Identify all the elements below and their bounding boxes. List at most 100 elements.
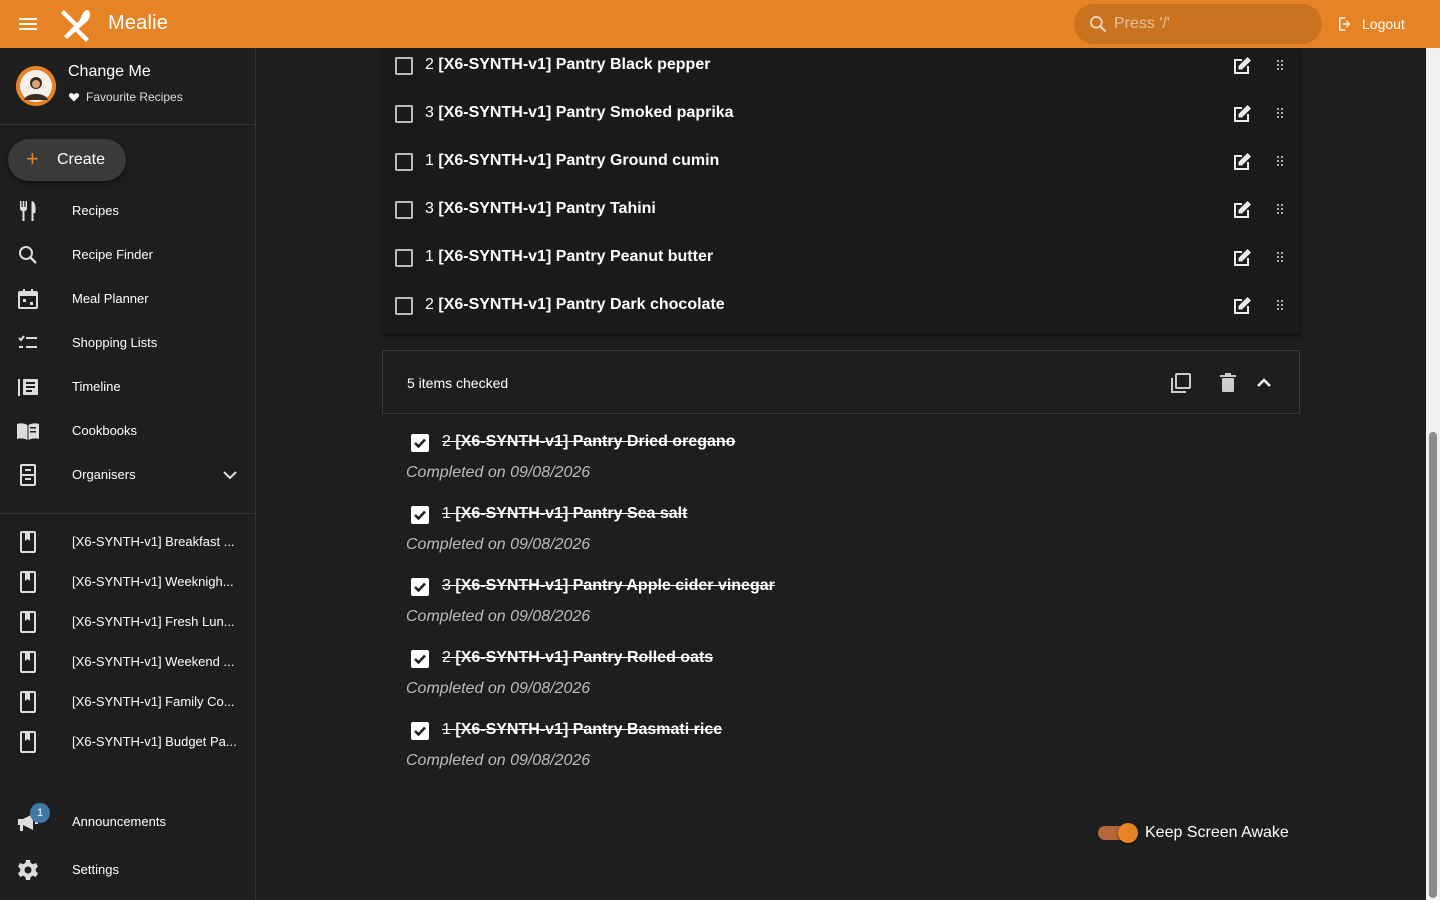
item-text: 2 [X6-SYNTH-v1] Pantry Black pepper: [425, 56, 711, 73]
item-checkbox[interactable]: [395, 57, 413, 75]
nav-settings[interactable]: Settings: [0, 848, 255, 892]
cookbook-link-label: [X6-SYNTH-v1] Fresh Lun...: [72, 614, 235, 629]
cookbook-link[interactable]: [X6-SYNTH-v1] Breakfast ...: [0, 520, 255, 564]
edit-icon[interactable]: [1230, 294, 1254, 318]
app-bar: Mealie Logout: [0, 0, 1440, 48]
edit-icon[interactable]: [1230, 198, 1254, 222]
nav-recipes[interactable]: Recipes: [0, 189, 255, 233]
edit-icon[interactable]: [1230, 54, 1254, 78]
item-text: 3 [X6-SYNTH-v1] Pantry Smoked paprika: [425, 104, 734, 121]
drag-handle-icon[interactable]: [1270, 246, 1290, 270]
nav-organisers[interactable]: Organisers: [0, 453, 255, 497]
create-label: Create: [57, 151, 106, 168]
drag-handle-icon[interactable]: [1270, 54, 1290, 78]
nav-cookbooks-label: Cookbooks: [72, 423, 138, 438]
logout-icon: [1339, 17, 1351, 31]
cookbook-link-label: [X6-SYNTH-v1] Weekend ...: [72, 654, 235, 669]
completed-date: Completed on 09/08/2026: [406, 608, 591, 625]
cookbook-link-label: [X6-SYNTH-v1] Budget Pa...: [72, 734, 237, 749]
drag-handle-icon[interactable]: [1270, 198, 1290, 222]
cookbook-link[interactable]: [X6-SYNTH-v1] Family Co...: [0, 680, 255, 724]
nav-meal-planner[interactable]: Meal Planner: [0, 277, 255, 321]
nav-recipes-label: Recipes: [72, 203, 119, 218]
cookbook-link-label: [X6-SYNTH-v1] Family Co...: [72, 694, 235, 709]
book-icon: [20, 691, 36, 713]
item-text: 1 [X6-SYNTH-v1] Pantry Ground cumin: [425, 152, 720, 169]
checked-list-item: 2 [X6-SYNTH-v1] Pantry Rolled oats Compl…: [406, 644, 1206, 714]
drag-handle-icon[interactable]: [1270, 102, 1290, 126]
app-title[interactable]: Mealie: [108, 12, 168, 35]
item-checkbox[interactable]: [395, 153, 413, 171]
scrollbar-thumb[interactable]: [1429, 432, 1437, 898]
mealie-logo-icon: [61, 10, 91, 42]
user-panel: Change Me Favourite Recipes: [0, 48, 255, 125]
list-item: 3 [X6-SYNTH-v1] Pantry Smoked paprika: [382, 96, 1300, 144]
edit-icon[interactable]: [1230, 102, 1254, 126]
checked-item-text: 2 [X6-SYNTH-v1] Pantry Rolled oats: [442, 649, 714, 666]
checked-checkbox-icon[interactable]: [411, 506, 429, 524]
cookbook-link[interactable]: [X6-SYNTH-v1] Weekend ...: [0, 640, 255, 684]
item-text: 2 [X6-SYNTH-v1] Pantry Dark chocolate: [425, 296, 725, 313]
nav-timeline-label: Timeline: [72, 379, 121, 394]
item-checkbox[interactable]: [395, 105, 413, 123]
cookbook-link[interactable]: [X6-SYNTH-v1] Weeknigh...: [0, 560, 255, 604]
user-name[interactable]: Change Me: [68, 63, 151, 81]
book-open-icon: [17, 423, 39, 440]
drag-handle-icon[interactable]: [1270, 294, 1290, 318]
favourite-recipes-link[interactable]: Favourite Recipes: [68, 90, 183, 104]
completed-date: Completed on 09/08/2026: [406, 680, 591, 697]
book-icon: [20, 611, 36, 633]
cookbook-link-label: [X6-SYNTH-v1] Weeknigh...: [72, 574, 234, 589]
edit-icon[interactable]: [1230, 150, 1254, 174]
logout-button[interactable]: Logout: [1336, 12, 1405, 36]
checked-checkbox-icon[interactable]: [411, 578, 429, 596]
nav-shopping-lists-label: Shopping Lists: [72, 335, 158, 350]
create-button[interactable]: + Create: [8, 139, 126, 181]
delete-icon[interactable]: [1216, 371, 1240, 395]
nav-organisers-label: Organisers: [72, 467, 136, 482]
menu-icon[interactable]: [16, 12, 40, 36]
book-icon: [20, 731, 36, 753]
drag-handle-icon[interactable]: [1270, 150, 1290, 174]
fork-knife-icon: [20, 201, 36, 221]
item-checkbox[interactable]: [395, 297, 413, 315]
item-text: 3 [X6-SYNTH-v1] Pantry Tahini: [425, 200, 656, 217]
chevron-up-icon[interactable]: [1252, 371, 1276, 395]
toggle-knob: [1118, 823, 1138, 843]
item-checkbox[interactable]: [395, 249, 413, 267]
edit-icon[interactable]: [1230, 246, 1254, 270]
nav-shopping-lists[interactable]: Shopping Lists: [0, 321, 255, 365]
keep-awake-toggle[interactable]: [1098, 823, 1138, 843]
cookbook-link-label: [X6-SYNTH-v1] Breakfast ...: [72, 534, 235, 549]
checked-item-text: 1 [X6-SYNTH-v1] Pantry Basmati rice: [442, 721, 723, 738]
checked-checkbox-icon[interactable]: [411, 434, 429, 452]
checked-checkbox-icon[interactable]: [411, 722, 429, 740]
sidebar-divider: [0, 513, 255, 514]
book-icon: [20, 651, 36, 673]
book-icon: [20, 531, 36, 553]
cookbook-link[interactable]: [X6-SYNTH-v1] Fresh Lun...: [0, 600, 255, 644]
item-checkbox[interactable]: [395, 201, 413, 219]
shopping-list-items: 2 [X6-SYNTH-v1] Pantry Black pepper 3 [X…: [382, 48, 1300, 334]
checklist-icon: [18, 335, 37, 348]
announcements-badge: 1: [30, 803, 50, 823]
cookbook-link[interactable]: [X6-SYNTH-v1] Budget Pa...: [0, 720, 255, 764]
search-input[interactable]: [1114, 4, 1314, 44]
timeline-icon: [18, 379, 38, 396]
chevron-down-icon[interactable]: [218, 463, 242, 487]
main-content: 2 [X6-SYNTH-v1] Pantry Black pepper 3 [X…: [256, 48, 1426, 900]
avatar[interactable]: [16, 66, 56, 106]
heart-icon: [68, 93, 80, 102]
checked-item-text: 3 [X6-SYNTH-v1] Pantry Apple cider vineg…: [442, 577, 775, 594]
search-box[interactable]: [1074, 4, 1322, 44]
completed-date: Completed on 09/08/2026: [406, 464, 591, 481]
user-avatar-icon: [16, 66, 56, 106]
keep-awake-label: Keep Screen Awake: [1145, 824, 1289, 841]
checked-checkbox-icon[interactable]: [411, 650, 429, 668]
nav-timeline[interactable]: Timeline: [0, 365, 255, 409]
file-cabinet-icon: [20, 464, 36, 486]
nav-recipe-finder[interactable]: Recipe Finder: [0, 233, 255, 277]
book-icon: [20, 571, 36, 593]
nav-cookbooks[interactable]: Cookbooks: [0, 409, 255, 453]
copy-icon[interactable]: [1169, 371, 1193, 395]
